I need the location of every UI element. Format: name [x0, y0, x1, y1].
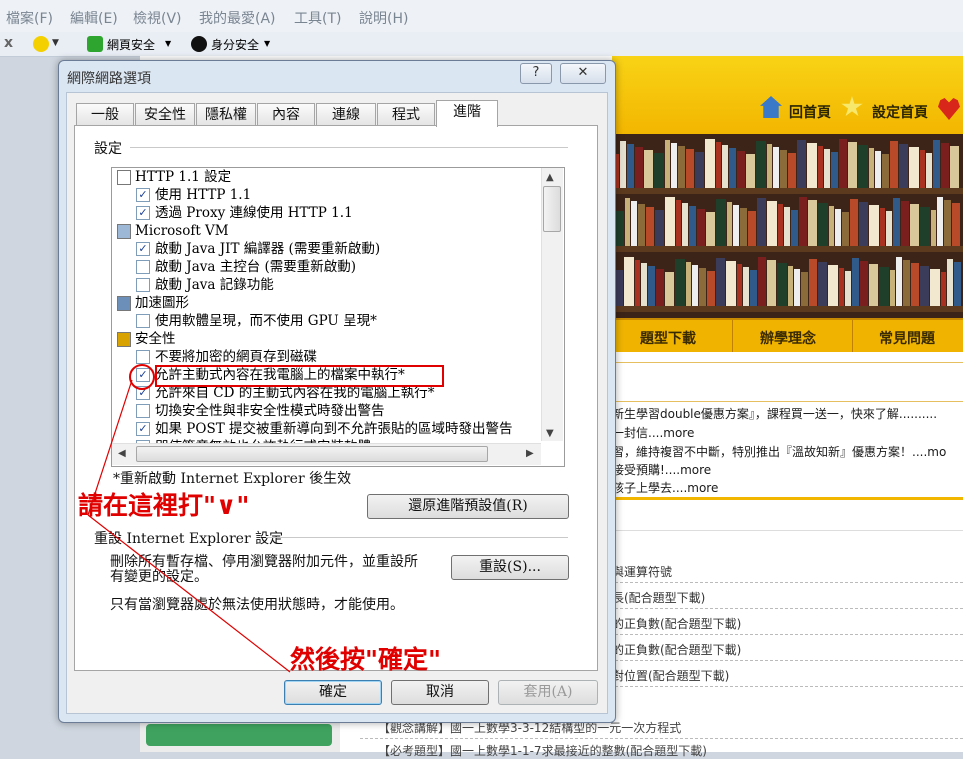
annotation-then-press: 然後按"確定" — [290, 645, 442, 674]
annotation-check-here: 請在這裡打"∨" — [78, 491, 250, 520]
tab-advanced[interactable]: 進階 — [436, 100, 498, 127]
annotation-line — [87, 514, 291, 673]
